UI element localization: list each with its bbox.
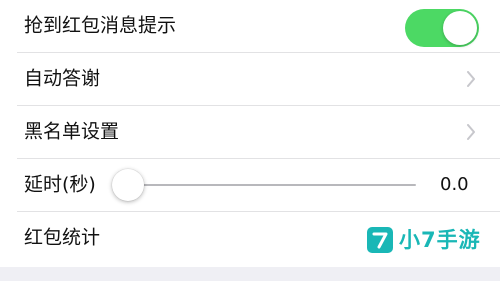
red-packet-notification-toggle[interactable] xyxy=(405,9,479,47)
delay-label: 延时(秒) xyxy=(24,173,96,196)
delay-value: 0.0 xyxy=(440,174,469,195)
delay-slider[interactable] xyxy=(112,159,416,211)
chevron-right-icon xyxy=(467,71,475,87)
watermark: 小7手游 xyxy=(367,224,481,256)
blacklist-label: 黑名单设置 xyxy=(24,120,120,143)
slider-thumb[interactable] xyxy=(112,169,144,201)
settings-row-delay: 延时(秒) 0.0 xyxy=(0,159,500,211)
auto-thanks-label: 自动答谢 xyxy=(24,67,101,90)
settings-row-red-packet-notification[interactable]: 抢到红包消息提示 xyxy=(0,0,500,52)
red-packet-notification-label: 抢到红包消息提示 xyxy=(24,14,177,37)
settings-row-auto-thanks[interactable]: 自动答谢 xyxy=(0,53,500,105)
slider-track xyxy=(114,184,416,186)
toggle-knob xyxy=(443,11,477,45)
section-footer xyxy=(0,267,500,281)
chevron-right-icon xyxy=(467,124,475,140)
watermark-logo-icon xyxy=(367,227,393,253)
red-packet-stats-label: 红包统计 xyxy=(24,226,101,249)
watermark-text: 小7手游 xyxy=(399,227,481,252)
settings-row-blacklist[interactable]: 黑名单设置 xyxy=(0,106,500,158)
